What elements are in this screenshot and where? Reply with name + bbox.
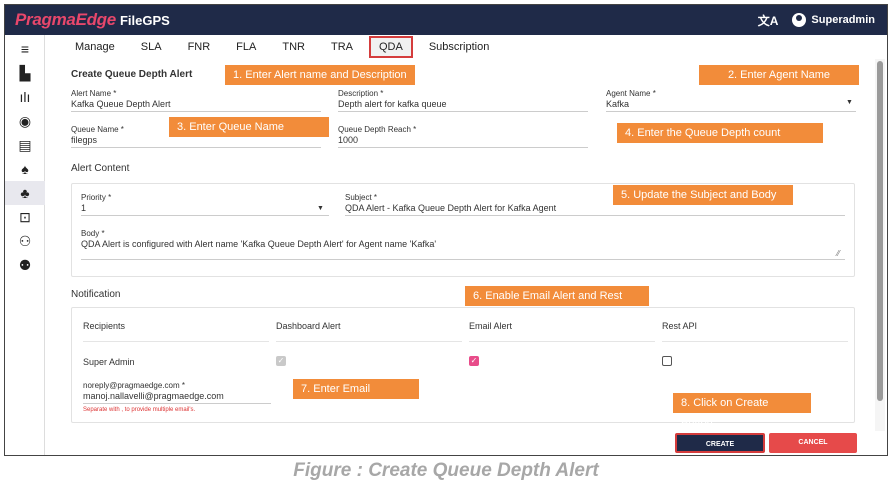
user-name: Superadmin (811, 14, 875, 26)
alert-name-underline (71, 111, 321, 112)
user-menu[interactable]: Superadmin (792, 13, 875, 27)
chart-icon[interactable]: ılı (5, 85, 45, 109)
callout-4: 4. Enter the Queue Depth count (617, 123, 823, 143)
agent-name-select[interactable]: Kafka (606, 99, 629, 109)
form-title: Create Queue Depth Alert (71, 69, 193, 80)
callout-5: 5. Update the Subject and Body (613, 185, 793, 205)
group-icon[interactable]: ⚉ (5, 253, 45, 277)
create-button[interactable]: CREATE (675, 433, 765, 453)
priority-underline (81, 215, 329, 216)
recipient-name: Super Admin (83, 357, 135, 367)
queue-name-input[interactable]: filegps (71, 135, 97, 145)
col-dashboard-alert: Dashboard Alert (276, 321, 341, 331)
agent-dropdown-arrow-icon[interactable]: ▼ (846, 99, 853, 106)
alert-name-label: Alert Name * (71, 89, 117, 98)
email-alert-checkbox[interactable]: ✓ (469, 356, 479, 366)
queue-depth-underline (338, 147, 588, 148)
document-icon[interactable]: ▤ (5, 133, 45, 157)
settings-box-icon[interactable]: ⊡ (5, 205, 45, 229)
subject-label: Subject * (345, 193, 378, 202)
files-icon[interactable]: ▙ (5, 61, 45, 85)
bell-icon[interactable]: ♠ (5, 157, 45, 181)
body-textarea[interactable]: QDA Alert is configured with Alert name … (81, 239, 436, 249)
callout-6: 6. Enable Email Alert and Rest API (465, 286, 649, 322)
email-label: noreply@pragmaedge.com * (83, 381, 185, 390)
callout-8: 8. Click on Create Button (673, 393, 811, 429)
callout-7: 7. Enter Email Address (293, 379, 419, 415)
priority-dropdown-arrow-icon[interactable]: ▼ (317, 205, 324, 212)
dashboard-alert-checkbox[interactable]: ✓ (276, 356, 286, 366)
translate-icon[interactable]: 文A (758, 12, 779, 29)
vertical-scrollbar[interactable] (875, 59, 885, 431)
queue-depth-label: Queue Depth Reach * (338, 125, 417, 134)
email-input[interactable]: manoj.nallavelli@pragmaedge.com (83, 391, 224, 401)
description-input[interactable]: Depth alert for kafka queue (338, 99, 447, 109)
callout-3: 3. Enter Queue Name (169, 117, 329, 137)
account-icon (792, 13, 807, 27)
tab-qda[interactable]: QDA (368, 36, 413, 58)
description-underline (338, 111, 588, 112)
body-underline (81, 259, 845, 260)
body-label: Body * (81, 229, 105, 238)
col-recipients: Recipients (83, 321, 126, 331)
email-hint: Separate with , to provide multiple emai… (83, 407, 196, 413)
notification-title: Notification (71, 289, 121, 300)
top-right-actions: 文A Superadmin (758, 5, 875, 35)
product-name: FileGPS (119, 13, 170, 28)
cancel-button[interactable]: CANCEL (769, 433, 857, 453)
tab-fnr[interactable]: FNR (178, 36, 221, 58)
queue-name-underline (71, 147, 321, 148)
priority-select[interactable]: 1 (81, 203, 86, 213)
alert-bell-icon[interactable]: ♣ (5, 181, 45, 205)
tab-tnr[interactable]: TNR (272, 36, 315, 58)
col-rule-1 (83, 341, 269, 342)
alert-name-input[interactable]: Kafka Queue Depth Alert (71, 99, 171, 109)
agent-name-underline (606, 111, 856, 112)
menu-icon[interactable]: ≡ (5, 37, 45, 61)
subject-input[interactable]: QDA Alert - Kafka Queue Depth Alert for … (345, 203, 556, 213)
account-circle-icon[interactable]: ◉ (5, 109, 45, 133)
brand-name: PragmaEdge (15, 10, 116, 29)
tab-subscription[interactable]: Subscription (419, 36, 500, 58)
tab-fla[interactable]: FLA (226, 36, 266, 58)
col-rule-2 (276, 341, 462, 342)
user-settings-icon[interactable]: ⚇ (5, 229, 45, 253)
description-label: Description * (338, 89, 384, 98)
priority-label: Priority * (81, 193, 112, 202)
queue-depth-input[interactable]: 1000 (338, 135, 358, 145)
rest-api-checkbox[interactable] (662, 356, 672, 366)
tab-sla[interactable]: SLA (131, 36, 172, 58)
callout-1: 1. Enter Alert name and Description (225, 65, 415, 85)
tab-tra[interactable]: TRA (321, 36, 363, 58)
app-window: PragmaEdge FileGPS 文A Superadmin ≡ ▙ ılı … (4, 4, 888, 456)
col-rule-3 (469, 341, 655, 342)
form-card: Create Queue Depth Alert Alert Name * Ka… (65, 59, 873, 453)
col-rule-4 (662, 341, 848, 342)
tab-manage[interactable]: Manage (65, 36, 125, 58)
queue-name-label: Queue Name * (71, 125, 124, 134)
callout-2: 2. Enter Agent Name (699, 65, 859, 85)
email-underline (83, 403, 271, 404)
tab-bar: Manage SLA FNR FLA TNR TRA QDA Subscript… (65, 35, 505, 59)
sidebar: ≡ ▙ ılı ◉ ▤ ♠ ♣ ⊡ ⚇ ⚉ (5, 35, 45, 455)
scrollbar-thumb[interactable] (877, 61, 883, 401)
figure-caption: Figure : Create Queue Depth Alert (293, 460, 599, 481)
agent-name-label: Agent Name * (606, 89, 656, 98)
col-rest-api: Rest API (662, 321, 698, 331)
subject-underline (345, 215, 845, 216)
resize-handle-icon[interactable]: ⁄⁄ (837, 249, 840, 258)
alert-content-title: Alert Content (71, 163, 130, 174)
app-logo: PragmaEdge FileGPS (15, 10, 170, 30)
top-bar: PragmaEdge FileGPS 文A Superadmin (5, 5, 887, 35)
